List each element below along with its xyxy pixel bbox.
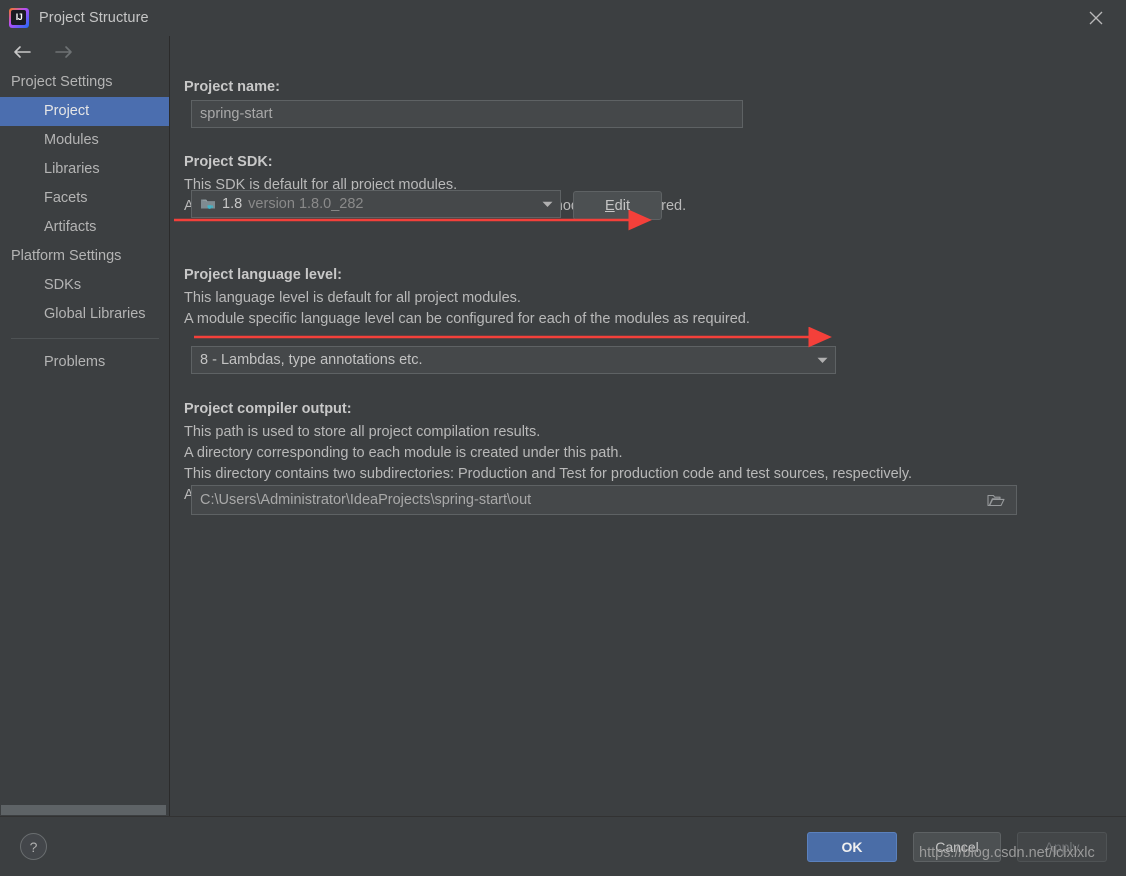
language-level-description-line-1: This language level is default for all p… xyxy=(184,290,521,306)
sidebar-group-project-settings: Project Settings xyxy=(11,74,113,90)
sidebar-item-facets[interactable]: Facets xyxy=(0,184,169,213)
logo-letters: IJ xyxy=(15,12,23,22)
sidebar-item-problems[interactable]: Problems xyxy=(0,348,169,377)
sidebar-item-modules[interactable]: Modules xyxy=(0,126,169,155)
sidebar-navigation xyxy=(0,36,169,68)
chevron-down-icon[interactable] xyxy=(809,347,835,373)
sidebar-item-libraries[interactable]: Libraries xyxy=(0,155,169,184)
chevron-down-icon[interactable] xyxy=(534,191,560,217)
arrow-left-icon[interactable] xyxy=(11,41,33,63)
sidebar-horizontal-scrollbar[interactable] xyxy=(0,804,169,816)
arrow-right-icon xyxy=(53,41,75,63)
title-bar: IJ Project Structure xyxy=(0,0,1126,36)
project-compiler-output-label: Project compiler output: xyxy=(184,401,352,417)
sidebar-item-artifacts[interactable]: Artifacts xyxy=(0,213,169,242)
project-sdk-label: Project SDK: xyxy=(184,154,273,170)
cancel-button[interactable]: Cancel xyxy=(913,832,1001,862)
project-structure-dialog: IJ Project Structure Project Settings Pr… xyxy=(0,0,1126,876)
sidebar-divider xyxy=(11,338,159,339)
compiler-output-description-line-2: A directory corresponding to each module… xyxy=(184,445,623,461)
language-level-description-line-2: A module specific language level can be … xyxy=(184,311,750,327)
sidebar-item-project[interactable]: Project xyxy=(0,97,169,126)
sidebar-group-platform-settings: Platform Settings xyxy=(11,248,122,264)
window-title: Project Structure xyxy=(39,10,149,26)
edit-sdk-button[interactable]: Edit xyxy=(573,191,662,220)
sidebar-item-sdks[interactable]: SDKs xyxy=(0,271,169,300)
java-sdk-folder-icon xyxy=(200,197,216,211)
project-name-input[interactable]: spring-start xyxy=(191,100,743,128)
project-settings-panel: Project name: spring-start Project SDK: … xyxy=(171,36,1126,816)
sidebar-scrollbar-thumb[interactable] xyxy=(1,805,166,815)
language-level-value: 8 - Lambdas, type annotations etc. xyxy=(200,352,423,368)
project-name-label: Project name: xyxy=(184,79,280,95)
project-sdk-combobox[interactable]: 1.8 version 1.8.0_282 xyxy=(191,190,561,218)
close-icon[interactable] xyxy=(1066,0,1126,36)
folder-open-icon[interactable] xyxy=(981,486,1011,514)
compiler-output-description-line-1: This path is used to store all project c… xyxy=(184,424,541,440)
project-language-level-combobox[interactable]: 8 - Lambdas, type annotations etc. xyxy=(191,346,836,374)
project-sdk-version: version 1.8.0_282 xyxy=(248,196,364,212)
compiler-output-description-line-3: This directory contains two subdirectori… xyxy=(184,466,913,482)
sidebar-item-global-libraries[interactable]: Global Libraries xyxy=(0,300,169,329)
edit-button-rest: dit xyxy=(614,197,630,214)
edit-button-mnemonic: E xyxy=(605,197,615,214)
compiler-output-path-input[interactable]: C:\Users\Administrator\IdeaProjects\spri… xyxy=(191,485,1017,515)
project-sdk-name: 1.8 xyxy=(222,196,243,212)
intellij-idea-logo-icon: IJ xyxy=(9,8,29,28)
help-icon[interactable]: ? xyxy=(20,833,47,860)
project-language-level-label: Project language level: xyxy=(184,267,342,283)
ok-button[interactable]: OK xyxy=(807,832,897,862)
settings-sidebar: Project Settings Project Modules Librari… xyxy=(0,36,170,816)
apply-button: Apply xyxy=(1017,832,1107,862)
